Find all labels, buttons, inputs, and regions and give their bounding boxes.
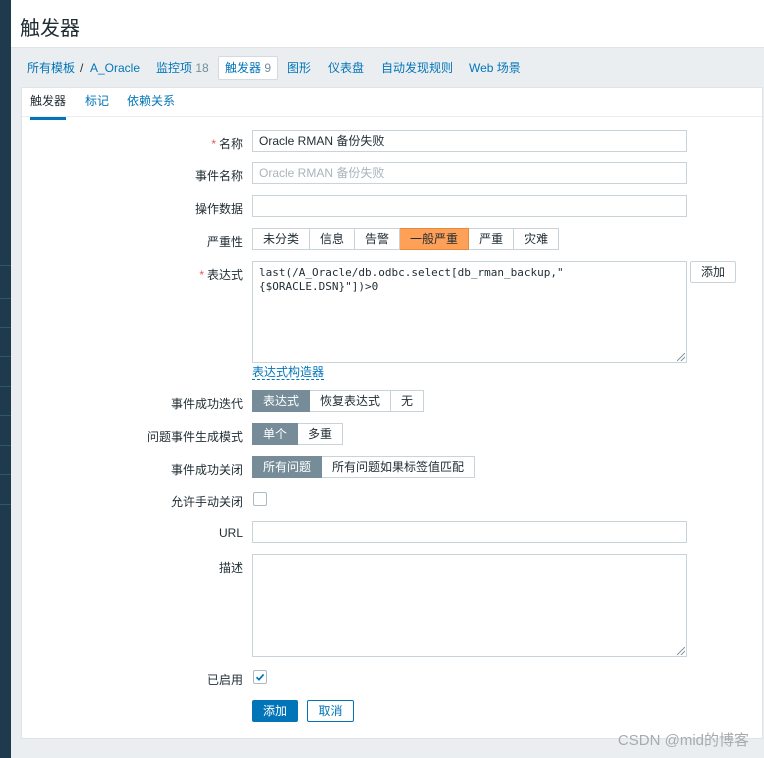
expression-add-button[interactable]: 添加 [690,261,736,283]
description-label: 描述 [218,561,243,575]
enabled-checkbox[interactable] [253,670,267,684]
items-count: 18 [195,61,209,75]
breadcrumb-all-templates[interactable]: 所有模板 [27,57,75,79]
breadcrumb-separator: / [80,61,84,75]
ok-close-selector: 所有问题 所有问题如果标签值匹配 [252,456,476,478]
problem-mode-single[interactable]: 单个 [252,423,299,445]
breadcrumb-web[interactable]: Web 场景 [469,57,521,79]
name-input[interactable]: Oracle RMAN 备份失败 [252,130,687,152]
checkmark-icon [255,673,265,681]
ok-event-gen-none[interactable]: 无 [391,390,425,412]
left-sidebar-strip [0,0,11,758]
ok-close-label: 事件成功关闭 [170,463,243,477]
breadcrumb-items[interactable]: 监控项 18 [156,57,209,79]
expression-line-1: last(/A_Oracle/db.odbc.select[db_rman_ba… [259,266,564,279]
ok-event-gen-expression[interactable]: 表达式 [252,390,311,412]
event-name-input[interactable]: Oracle RMAN 备份失败 [252,162,687,184]
breadcrumb-host[interactable]: A_Oracle [90,57,140,79]
resize-grip-icon[interactable] [677,647,685,655]
opdata-label: 操作数据 [194,202,243,216]
ok-event-gen-label: 事件成功迭代 [170,397,243,411]
severity-warning[interactable]: 告警 [355,228,401,250]
problem-mode-label: 问题事件生成模式 [146,430,243,444]
cancel-button[interactable]: 取消 [307,700,354,722]
watermark: CSDN @mid的博客 [617,732,749,749]
triggers-label: 触发器 [225,61,262,75]
manual-close-label: 允许手动关闭 [170,495,243,509]
severity-label: 严重性 [206,235,243,249]
severity-selector: 未分类 信息 告警 一般严重 严重 灾难 [252,228,560,250]
items-label: 监控项 [156,61,193,75]
event-name-label: 事件名称 [194,169,243,183]
submit-button[interactable]: 添加 [252,700,298,722]
expression-textarea[interactable]: last(/A_Oracle/db.odbc.select[db_rman_ba… [252,261,687,363]
tab-trigger[interactable]: 触发器 [30,94,67,120]
problem-mode-multiple[interactable]: 多重 [298,423,344,445]
severity-disaster[interactable]: 灾难 [514,228,560,250]
tab-tags[interactable]: 标记 [85,94,109,114]
severity-not-classified[interactable]: 未分类 [252,228,311,250]
trigger-form-panel: 触发器 标记 依赖关系 * 名称 Oracle RMAN 备份失败 事件名称 Or… [21,87,763,739]
tab-dependencies[interactable]: 依赖关系 [127,94,175,114]
form-tabs: 触发器 标记 依赖关系 [22,88,762,120]
severity-high[interactable]: 严重 [469,228,515,250]
page-title: 触发器 [20,18,80,40]
opdata-input[interactable] [252,195,687,217]
url-input[interactable] [252,521,687,543]
severity-information[interactable]: 信息 [310,228,356,250]
url-label: URL [218,526,243,540]
enabled-label: 已启用 [206,673,243,687]
name-label: * 名称 [211,137,243,151]
triggers-count: 9 [264,61,272,75]
breadcrumb-triggers[interactable]: 触发器 9 [218,56,279,80]
breadcrumb-graphs[interactable]: 图形 [287,57,311,79]
breadcrumb: 所有模板 / A_Oracle 监控项 18 触发器 9 图形 仪表盘 自动发现… [11,48,764,86]
ok-close-all-problems[interactable]: 所有问题 [252,456,323,478]
breadcrumb-dashboards[interactable]: 仪表盘 [328,57,364,79]
page-header: 触发器 [11,0,764,48]
severity-average[interactable]: 一般严重 [400,228,470,250]
manual-close-checkbox[interactable] [253,492,267,506]
resize-grip-icon[interactable] [677,353,685,361]
expression-label: * 表达式 [199,268,243,282]
expression-line-2: {$ORACLE.DSN}"])>0 [259,280,379,293]
expression-constructor-link[interactable]: 表达式构造器 [252,366,325,380]
breadcrumb-discovery[interactable]: 自动发现规则 [381,57,453,79]
problem-mode-selector: 单个 多重 [252,423,344,445]
description-textarea[interactable] [252,554,687,657]
ok-close-tag-match[interactable]: 所有问题如果标签值匹配 [322,456,476,478]
ok-event-gen-selector: 表达式 恢复表达式 无 [252,390,425,412]
ok-event-gen-recovery[interactable]: 恢复表达式 [310,390,392,412]
